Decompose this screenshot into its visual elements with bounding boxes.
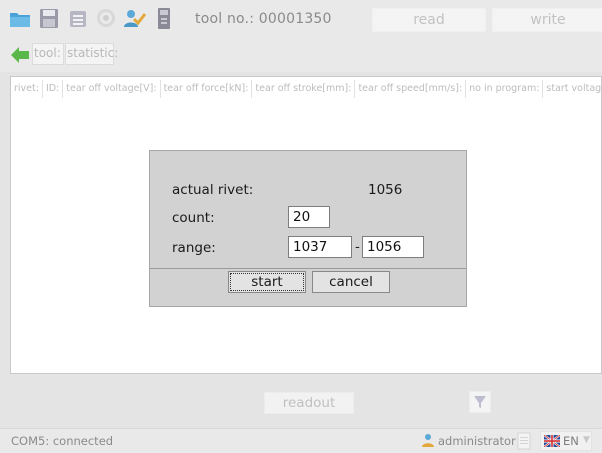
save-icon[interactable]	[37, 5, 61, 31]
folder-open-icon[interactable]	[8, 5, 32, 31]
actual-rivet-value: 1056	[368, 182, 403, 198]
filter-button[interactable]	[469, 391, 491, 413]
column-header-start-voltage[interactable]: start voltage[V]:	[543, 80, 601, 98]
cancel-button[interactable]: cancel	[312, 271, 390, 293]
tab-tool[interactable]: tool:	[32, 43, 64, 65]
column-header-tear-off-speed[interactable]: tear off speed[mm/s]:	[355, 80, 467, 98]
language-select[interactable]: EN ▼	[540, 431, 592, 451]
column-header-rivet[interactable]: rivet:	[11, 80, 43, 98]
count-label: count:	[172, 210, 215, 226]
column-header-tear-off-stroke[interactable]: tear off stroke[mm]:	[252, 80, 356, 98]
range-from-input[interactable]: 1037	[288, 236, 352, 258]
actual-rivet-label: actual rivet:	[172, 182, 254, 198]
connection-status: COM5: connected	[11, 434, 114, 448]
tool-number-value: 00001350	[258, 11, 332, 27]
column-header-tear-off-voltage[interactable]: tear off voltage[V]:	[63, 80, 161, 98]
dialog-divider	[150, 268, 466, 269]
read-button[interactable]: read	[372, 8, 486, 32]
readout-button[interactable]: readout	[264, 392, 354, 414]
readout-dialog: actual rivet: 1056 count: 20 range: 1037…	[149, 150, 467, 307]
current-user: administrator	[438, 434, 516, 448]
tool-number: tool no.: 00001350	[195, 11, 332, 27]
write-button[interactable]: write	[492, 8, 602, 32]
tab-statistic[interactable]: statistic:	[65, 43, 118, 65]
device-icon[interactable]	[152, 5, 176, 31]
sub-toolbar: tool: statistic:	[0, 38, 602, 72]
column-header-tear-off-force[interactable]: tear off force[kN]:	[161, 80, 253, 98]
language-label: EN	[563, 434, 579, 448]
main-toolbar: tool no.: 00001350 read write	[0, 0, 602, 38]
count-input[interactable]: 20	[288, 206, 330, 228]
back-arrow-icon[interactable]	[10, 46, 30, 64]
status-bar: COM5: connected administrator EN ▼	[0, 428, 602, 453]
table-header: rivet: ID: tear off voltage[V]: tear off…	[11, 80, 601, 98]
filter-icon	[474, 396, 486, 408]
range-label: range:	[172, 240, 216, 256]
user-icon[interactable]	[122, 5, 146, 31]
range-separator: -	[355, 239, 360, 255]
list-icon[interactable]	[66, 5, 90, 31]
start-button[interactable]: start	[228, 271, 306, 293]
user-status-icon	[422, 434, 434, 447]
column-header-id[interactable]: ID:	[43, 80, 64, 98]
gear-icon[interactable]	[94, 5, 118, 31]
uk-flag-icon	[544, 435, 560, 447]
range-to-input[interactable]: 1056	[362, 236, 424, 258]
column-header-no-in-program[interactable]: no in program:	[466, 80, 544, 98]
tool-number-label: tool no.:	[195, 11, 255, 27]
document-icon[interactable]	[515, 432, 533, 450]
chevron-down-icon: ▼	[583, 435, 590, 445]
